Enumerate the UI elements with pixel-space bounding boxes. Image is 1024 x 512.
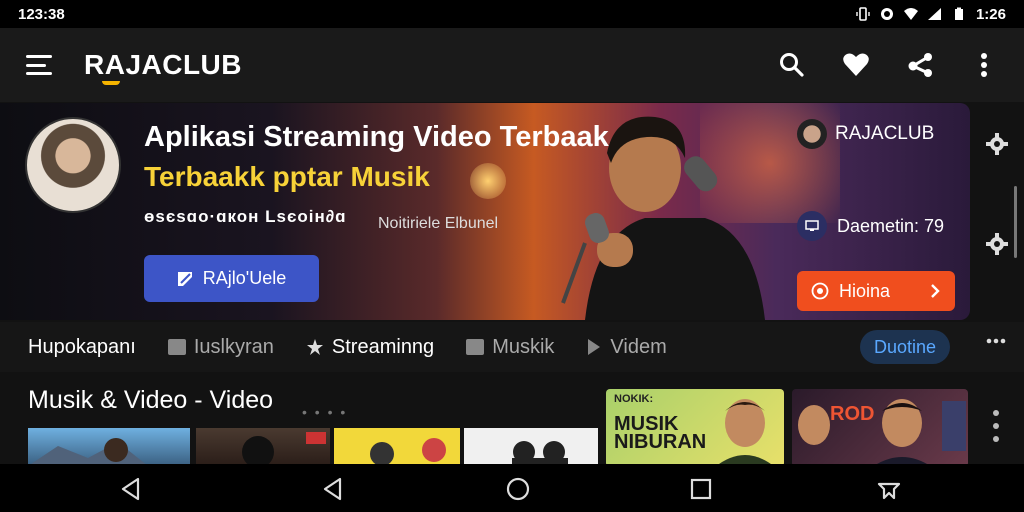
more-horiz-icon[interactable] [986, 338, 1006, 344]
edit-icon [177, 271, 192, 286]
banner-title: Aplikasi Streaming Video Terbaak [144, 121, 609, 153]
vpn-icon [880, 8, 893, 20]
video-poster[interactable]: ROD [792, 389, 968, 467]
section-title: Musik & Video - Video [28, 386, 274, 414]
more-vert-icon[interactable] [970, 51, 998, 79]
banner-subtitle: Terbaakk pptar Musik [144, 161, 430, 192]
share-icon[interactable] [906, 51, 934, 79]
status-time: 123:38 [18, 5, 65, 23]
accessibility-icon[interactable] [876, 476, 902, 502]
status-icons: 1:26 [856, 6, 1006, 23]
tab-streaming[interactable]: Streaminng [306, 336, 434, 359]
video-thumbnail[interactable] [464, 428, 598, 466]
signal-icon [927, 8, 941, 20]
channel-avatar [797, 119, 827, 149]
wifi-icon [903, 8, 918, 20]
channel-name: RAJACLUB [835, 123, 935, 144]
banner-cta-label: RAjlo'Uele [202, 268, 287, 288]
filter-pill[interactable]: Duotine [860, 330, 950, 364]
singer-image [561, 116, 765, 320]
more-vert-icon[interactable] [986, 408, 1006, 444]
recents-icon[interactable] [688, 476, 714, 502]
category-tabs: Hupokapanı Iuslkyran Streaminng Muskik V… [0, 322, 1024, 372]
banner-cta-button[interactable]: RAjlo'Uele [144, 255, 319, 302]
tab-label: Iuslkyran [193, 335, 274, 358]
video-thumbnail[interactable] [334, 428, 460, 466]
status-clock: 1:26 [975, 5, 1006, 23]
tab-video[interactable]: Videm [586, 335, 667, 359]
play-circle-icon [811, 282, 829, 300]
scrollbar[interactable] [1014, 186, 1017, 258]
app-bar-actions [778, 51, 998, 79]
channel-badge[interactable]: RAJACLUB [797, 119, 934, 149]
screen-icon [797, 211, 827, 241]
watch-button[interactable]: Hioina [797, 271, 955, 311]
poster-title: MUSIK NIBURAN [614, 413, 707, 453]
duration-info: Daemetin: 79 [797, 211, 944, 241]
stage-light [470, 163, 506, 199]
back-icon[interactable] [320, 476, 346, 502]
video-thumbnail[interactable] [28, 428, 190, 466]
heart-icon[interactable] [842, 51, 870, 79]
tab-label: Videm [610, 335, 667, 358]
chat-icon [466, 339, 485, 355]
poster-tag: NOKIK: [614, 393, 654, 405]
tab-list[interactable]: Iuslkyran [167, 335, 274, 359]
video-poster[interactable]: NOKIK: MUSIK NIBURAN [606, 389, 784, 467]
home-icon[interactable] [505, 476, 531, 502]
gear-icon[interactable] [986, 233, 1008, 255]
chevron-right-icon [931, 284, 940, 298]
search-icon[interactable] [778, 51, 806, 79]
watch-button-label: Hioina [839, 280, 891, 301]
menu-icon[interactable] [26, 55, 52, 75]
tab-music[interactable]: Muskik [466, 336, 554, 359]
app-brand: RAJACLUB [84, 49, 242, 85]
battery-icon [954, 7, 963, 20]
tab-home[interactable]: Hupokapanı [28, 336, 136, 359]
status-bar: 123:38 1:26 [0, 0, 1024, 28]
star-icon [306, 339, 323, 355]
tab-label: Muskik [492, 335, 555, 358]
section-dots: • • • • [302, 404, 348, 420]
list-icon [167, 339, 186, 355]
system-nav-bar [0, 464, 1024, 512]
banner-meta: өѕєѕɑо·ɑкон Lѕєоін∂ɑ [144, 207, 347, 226]
tab-label: Hupokapanı [28, 335, 136, 358]
hero-banner[interactable]: Aplikasi Streaming Video Terbaak Terbaak… [0, 103, 970, 320]
duration-label: Daemetin: 79 [837, 215, 945, 236]
play-icon [588, 339, 601, 355]
avatar[interactable] [25, 117, 121, 213]
video-thumbnail[interactable] [196, 428, 330, 466]
gear-icon[interactable] [986, 133, 1008, 155]
back-icon[interactable] [118, 476, 144, 502]
tab-label: Streaminng [331, 335, 435, 358]
vibrate-icon [856, 7, 870, 21]
app-bar: RAJACLUB [0, 28, 1024, 102]
banner-artist: Noitiriele Elbunel [378, 215, 499, 232]
